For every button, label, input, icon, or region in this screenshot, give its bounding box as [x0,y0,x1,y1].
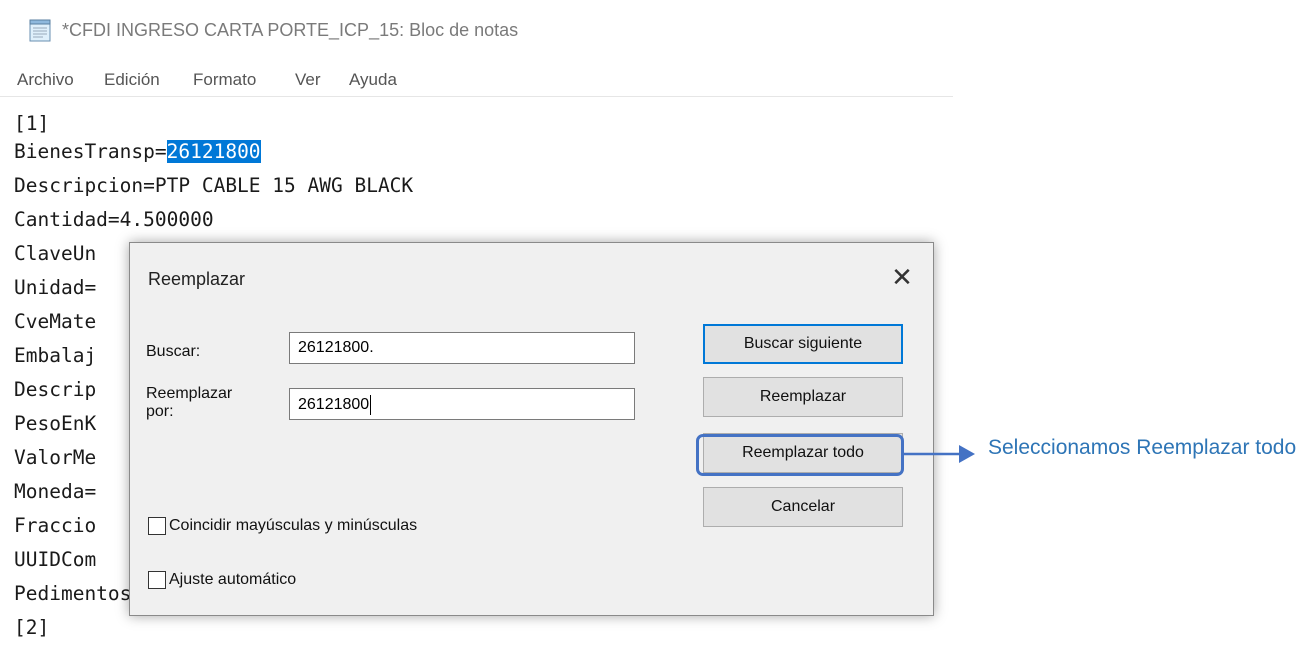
editor-line-key: BienesTransp= [14,140,167,163]
replace-button[interactable]: Reemplazar [703,377,903,417]
menu-ver[interactable]: Ver [295,70,321,90]
editor-line: ClaveUn [14,242,97,265]
window-title: *CFDI INGRESO CARTA PORTE_ICP_15: Bloc d… [62,20,519,40]
menu-ayuda[interactable]: Ayuda [349,70,397,90]
menu-archivo[interactable]: Archivo [17,70,74,90]
match-case-checkbox[interactable] [148,517,166,535]
editor-line: Moneda= [14,480,97,503]
replace-input-value: 26121800 [298,396,370,414]
editor-line: ValorMe [14,446,97,469]
editor-line: UUIDCom [14,548,97,571]
annotation-text: Seleccionamos Reemplazar todo [988,436,1297,459]
editor-line: Embalaj [14,344,97,367]
editor-line: Cantidad=4.500000 [14,208,214,231]
editor-line: [1] [14,112,50,135]
editor-line: Pedimentos= [14,582,144,605]
close-icon[interactable]: ✕ [884,259,920,295]
editor-line: PesoEnK [14,412,97,435]
title-bar: *CFDI INGRESO CARTA PORTE_ICP_15: Bloc d… [0,0,953,64]
notepad-icon [28,19,54,43]
editor-line: [2] [14,616,50,639]
editor-line: Unidad= [14,276,97,299]
replace-input[interactable]: 26121800 [289,388,635,420]
editor-line: Descripcion=PTP CABLE 15 AWG BLACK [14,174,414,197]
replace-all-highlight [696,434,904,476]
replace-label: Reemplazar por: [146,385,232,421]
wrap-around-label: Ajuste automático [169,571,297,588]
wrap-around-option[interactable]: Ajuste automático [148,571,296,589]
dialog-title: Reemplazar [148,269,246,289]
replace-label-line1: Reemplazar [146,385,233,402]
replace-dialog: Reemplazar ✕ Buscar: 26121800. Reemplaza… [129,242,934,616]
arrow-right-icon [903,445,975,463]
cancel-button[interactable]: Cancelar [703,487,903,527]
wrap-around-checkbox[interactable] [148,571,166,589]
find-next-button[interactable]: Buscar siguiente [703,324,903,364]
menu-formato[interactable]: Formato [193,70,256,90]
replace-label-line2: por: [146,403,174,420]
match-case-label: Coincidir mayúsculas y minúsculas [169,517,418,534]
editor-line: Descrip [14,378,97,401]
editor-line: Fraccio [14,514,97,537]
text-caret [370,395,372,415]
selected-text: 26121800 [166,140,261,163]
menu-edicion[interactable]: Edición [104,70,160,90]
match-case-option[interactable]: Coincidir mayúsculas y minúsculas [148,517,417,535]
editor-line: CveMate [14,310,97,333]
menu-bar: Archivo Edición Formato Ver Ayuda [0,64,953,97]
find-label: Buscar: [146,343,201,360]
editor-line: BienesTransp=26121800 [14,138,261,166]
find-input[interactable]: 26121800. [289,332,635,364]
